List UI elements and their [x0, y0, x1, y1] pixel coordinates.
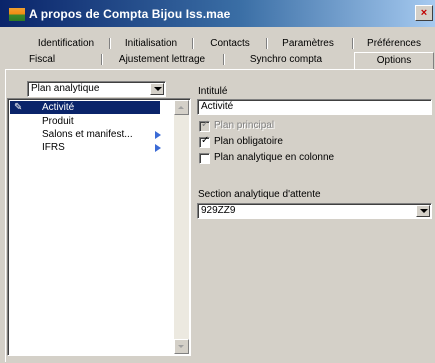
section-attente-dropdown-button[interactable]: [416, 205, 430, 217]
tab-ajustement-lettrage[interactable]: Ajustement lettrage: [108, 53, 216, 66]
tab-parametres[interactable]: Paramètres: [272, 37, 344, 50]
tab-identification[interactable]: Identification: [27, 37, 105, 50]
plan-selector-value: Plan analytique: [31, 83, 100, 94]
tab-separator: [101, 54, 103, 65]
tab-separator: [223, 54, 225, 65]
plan-obligatoire-label: Plan obligatoire: [214, 136, 283, 147]
tab-separator: [352, 38, 354, 49]
list-item-salons[interactable]: Salons et manifest...: [42, 128, 133, 141]
plan-principal-label: Plan principal: [214, 120, 275, 131]
plan-list[interactable]: ✎ Activité Produit Salons et manifest...…: [7, 98, 191, 356]
arrow-down-icon: [178, 345, 184, 348]
intitule-input[interactable]: Activité: [197, 99, 432, 115]
expand-arrow-icon[interactable]: [155, 131, 161, 139]
app-icon: [9, 8, 25, 21]
plan-selector[interactable]: Plan analytique: [27, 81, 166, 97]
list-item-ifrs[interactable]: IFRS: [42, 141, 65, 154]
plan-colonne-label: Plan analytique en colonne: [214, 152, 335, 163]
check-icon: ✓: [201, 119, 210, 130]
plan-colonne-checkbox[interactable]: [199, 153, 210, 164]
expand-arrow-icon[interactable]: [155, 144, 161, 152]
intitule-value: Activité: [201, 101, 234, 112]
list-scrollbar[interactable]: [174, 100, 189, 354]
title-bar[interactable]: A propos de Compta Bijou Iss.mae ×: [0, 0, 435, 27]
tab-preferences[interactable]: Préférences: [358, 37, 430, 50]
check-icon: ✓: [201, 135, 210, 146]
chevron-down-icon: [420, 209, 428, 213]
tab-initialisation[interactable]: Initialisation: [115, 37, 187, 50]
list-item-label: Activité: [42, 102, 75, 113]
window-title: A propos de Compta Bijou Iss.mae: [29, 7, 231, 21]
plan-principal-checkbox[interactable]: ✓: [199, 119, 210, 132]
tab-options[interactable]: Options: [354, 52, 434, 69]
pencil-icon: ✎: [14, 102, 23, 113]
scroll-up-button[interactable]: [174, 100, 189, 115]
plan-selector-dropdown-button[interactable]: [150, 83, 164, 95]
tab-synchro-compta[interactable]: Synchro compta: [235, 53, 337, 66]
tab-separator: [192, 38, 194, 49]
tab-separator: [266, 38, 268, 49]
tab-contacts[interactable]: Contacts: [198, 37, 262, 50]
scroll-down-button[interactable]: [174, 339, 189, 354]
tab-fiscal[interactable]: Fiscal: [22, 53, 62, 66]
section-attente-select[interactable]: 929ZZ9: [197, 203, 432, 219]
chevron-down-icon: [154, 87, 162, 91]
close-button[interactable]: ×: [415, 5, 433, 21]
intitule-label: Intitulé: [198, 86, 228, 97]
section-attente-value: 929ZZ9: [201, 205, 236, 216]
list-item-produit[interactable]: Produit: [42, 115, 74, 128]
list-item-activite[interactable]: ✎ Activité: [10, 101, 160, 114]
plan-obligatoire-checkbox[interactable]: ✓: [199, 135, 210, 148]
section-attente-label: Section analytique d'attente: [198, 189, 321, 200]
arrow-up-icon: [178, 106, 184, 109]
tab-separator: [109, 38, 111, 49]
